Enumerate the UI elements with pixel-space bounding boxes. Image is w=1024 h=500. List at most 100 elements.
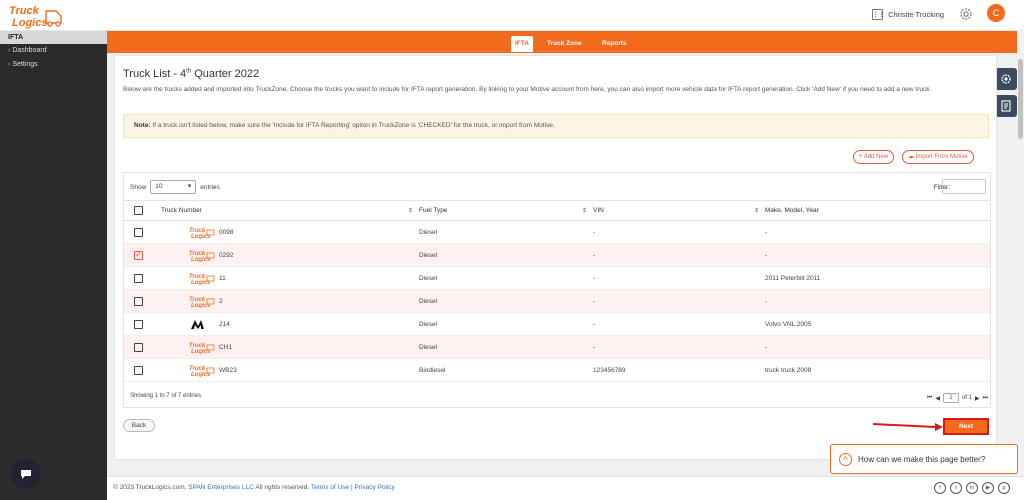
fuel-type: Biodiesel [419, 366, 446, 374]
fuel-type: Diesel [419, 297, 438, 305]
pinterest-icon[interactable]: p [998, 482, 1010, 494]
vin: 123456789 [593, 366, 626, 374]
sidebar-section-ifta[interactable]: IFTA [0, 31, 107, 44]
column-vin[interactable]: VIN ⇕ [593, 201, 765, 221]
row-checkbox[interactable] [134, 342, 143, 352]
make-model-year: - [765, 251, 768, 259]
sort-icon: ⇕ [407, 208, 413, 214]
page-number-input[interactable]: 1 [942, 393, 959, 403]
make-model-year: - [765, 343, 768, 351]
trucklogics-mini-logo-icon: TruckLogics [189, 274, 215, 285]
tab-truck-zone[interactable]: Truck Zone [543, 36, 586, 52]
entries-select[interactable]: 10 [150, 180, 197, 194]
table-row[interactable]: Truck Logics 0098 Diesel - - [124, 221, 990, 244]
select-all-checkbox[interactable] [134, 206, 143, 215]
note-label: Note: [134, 122, 151, 129]
table-header-row: Truck Number ⇕ Fuel Type ⇕ VIN ⇕ Make, Mode… [124, 200, 990, 221]
company-switcher[interactable]: Christie Trucking [872, 6, 944, 22]
make-model-year: - [765, 297, 768, 305]
back-button[interactable]: Back [123, 419, 155, 432]
add-new-button[interactable]: + Add New [853, 150, 895, 164]
cloud-download-icon: ☁ [908, 154, 916, 160]
trucklogics-logo[interactable]: Truck Logics [8, 3, 64, 29]
footer-text: © 2023 TruckLogics.com, SPAN Enterprises… [113, 484, 395, 491]
table-footer: Showing 1 to 7 of 7 entries ⏮ ◀ 1 of 1 ▶… [130, 393, 988, 405]
page-description: Below are the trucks added and imported … [123, 86, 930, 93]
first-page-icon[interactable]: ⏮ [927, 395, 932, 402]
row-checkbox[interactable] [134, 365, 143, 375]
linkedin-icon[interactable]: in [966, 482, 978, 494]
table-row[interactable]: TruckLogics 0292 Diesel - - [124, 243, 990, 267]
trucklogics-mini-logo-icon: TruckLogics [189, 251, 215, 262]
truck-number[interactable]: 214 [219, 321, 230, 328]
table-row[interactable]: Truck Logics CH1 Diesel - - [124, 335, 990, 359]
truck-number[interactable]: 2 [219, 298, 223, 305]
gear-icon [1001, 74, 1011, 84]
vin: - [593, 274, 596, 282]
page-length-control: Show 10 entries [130, 180, 220, 194]
truck-number[interactable]: CH1 [219, 344, 232, 351]
terms-link[interactable]: Terms of Use [311, 484, 349, 491]
scrollbar-thumb[interactable] [1018, 59, 1023, 139]
column-make-model-year[interactable]: Make, Model, Year [765, 201, 990, 221]
trucklogics-mini-logo-icon: TruckLogics [189, 343, 215, 354]
sidebar-item-settings[interactable]: › Settings [0, 58, 107, 72]
make-model-year: Volvo VNL 2005 [765, 320, 812, 328]
chat-launcher[interactable] [11, 459, 41, 489]
table-row[interactable]: Truck Logics 2 Diesel - - [124, 289, 990, 313]
column-fuel-type[interactable]: Fuel Type ⇕ [419, 201, 593, 221]
filter-input[interactable] [942, 179, 986, 194]
import-from-motive-button[interactable]: ☁ Import From Motive [902, 150, 974, 164]
trucklogics-mini-logo-icon: TruckLogics [189, 366, 215, 377]
motive-logo-icon [191, 319, 204, 329]
row-checkbox[interactable] [134, 249, 143, 260]
floating-report-button[interactable] [995, 95, 1017, 117]
row-checkbox[interactable] [134, 273, 143, 283]
sidebar-item-dashboard[interactable]: › Dashboard [0, 44, 107, 58]
youtube-icon[interactable]: ▶ [982, 482, 994, 494]
row-checkbox[interactable] [134, 296, 143, 306]
fuel-type: Diesel [419, 251, 438, 259]
table-row[interactable]: 214 Diesel - Volvo VNL 2005 [124, 313, 990, 336]
twitter-icon[interactable]: t [950, 482, 962, 494]
trucks-table: Truck Number ⇕ Fuel Type ⇕ VIN ⇕ Make, Mode… [124, 200, 990, 382]
truck-number[interactable]: 0098 [219, 229, 233, 236]
vin: - [593, 297, 596, 305]
truck-number[interactable]: 11 [219, 275, 226, 282]
table-row[interactable]: Truck Logics 11 Diesel - 2011 Peterbilt 2011 [124, 267, 990, 290]
vin: - [593, 343, 596, 351]
truck-number[interactable]: 0292 [219, 252, 233, 259]
fuel-type: Diesel [419, 343, 438, 351]
svg-text:Logics: Logics [12, 17, 47, 29]
page-scrollbar[interactable] [1017, 31, 1024, 471]
next-button[interactable]: Next [943, 418, 989, 435]
feedback-widget[interactable]: ˄ How can we make this page better? [830, 444, 1018, 474]
prev-page-icon[interactable]: ◀ [935, 395, 940, 402]
report-icon [1001, 100, 1011, 112]
row-checkbox[interactable] [134, 319, 143, 329]
user-avatar[interactable]: C [987, 4, 1005, 22]
settings-gear-icon[interactable] [958, 6, 974, 22]
span-enterprises-link[interactable]: SPAN Enterprises LLC [188, 484, 254, 491]
truck-number[interactable]: WB23 [219, 367, 237, 374]
make-model-year: truck truck 2008 [765, 366, 812, 374]
tab-ifta[interactable]: IFTA [511, 36, 533, 52]
floating-settings-button[interactable] [995, 68, 1017, 90]
next-page-icon[interactable]: ▶ [975, 395, 980, 402]
tab-reports[interactable]: Reports [598, 36, 631, 52]
sort-icon: ⇕ [753, 208, 759, 214]
trucklogics-mini-logo-icon: TruckLogics [189, 228, 215, 239]
table-row[interactable]: Truck Logics WB23 Biodiesel 123456789 truck t… [124, 359, 990, 382]
page-footer: © 2023 TruckLogics.com, SPAN Enterprises… [107, 476, 1024, 500]
column-truck-number[interactable]: Truck Number ⇕ [161, 201, 419, 221]
building-icon [872, 8, 884, 20]
privacy-link[interactable]: Privacy Policy [354, 484, 394, 491]
row-checkbox[interactable] [134, 227, 143, 237]
company-name: Christie Trucking [888, 9, 944, 19]
chat-icon [21, 470, 31, 479]
last-page-icon[interactable]: ⏭ [983, 395, 988, 402]
sidebar-item-label: Dashboard [12, 47, 47, 54]
vin: - [593, 320, 596, 328]
trucks-table-container: Show 10 entries Filter: Truck Number⇕ Fu… [123, 172, 991, 408]
facebook-icon[interactable]: f [934, 482, 946, 494]
